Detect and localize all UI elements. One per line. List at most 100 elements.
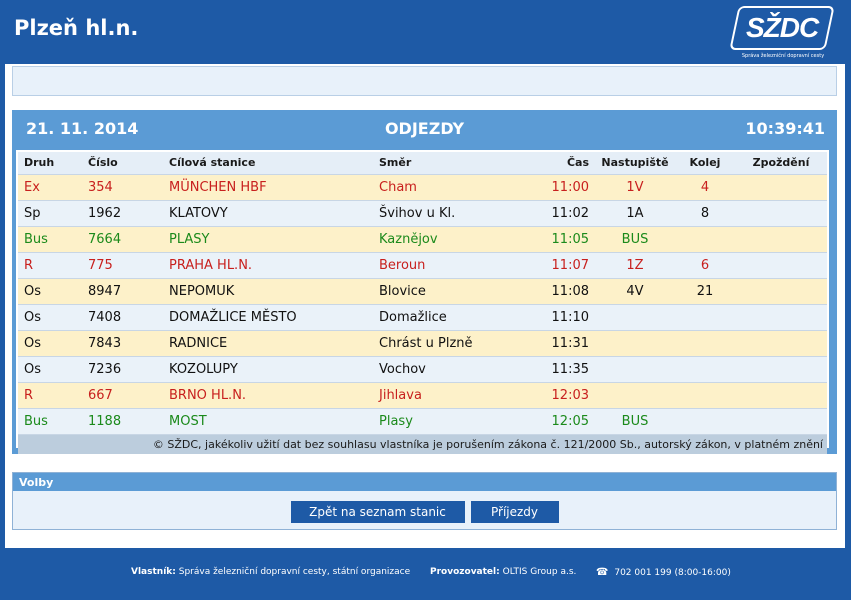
cell-track: 4: [675, 173, 735, 200]
board-title: ODJEZDY: [384, 119, 465, 138]
cell-time: 11:05: [533, 225, 595, 252]
cell-track: [675, 407, 735, 434]
col-header-number: Číslo: [82, 152, 163, 174]
main-panel: 21. 11. 2014 ODJEZDY 10:39:41 Druh Číslo…: [5, 64, 845, 548]
cell-destination: NEPOMUK: [163, 277, 373, 304]
cell-type: Sp: [18, 199, 82, 226]
cell-time: 11:02: [533, 199, 595, 226]
cell-type: Os: [18, 277, 82, 304]
phone-number: 702 001 199 (8:00-16:00): [614, 568, 731, 578]
footer-owner: Vlastník: Správa železniční dopravní ces…: [131, 567, 410, 577]
departures-table: Druh Číslo Cílová stanice Směr Čas Nastu…: [18, 152, 827, 434]
table-header-row: Druh Číslo Cílová stanice Směr Čas Nastu…: [18, 152, 827, 174]
cell-delay: [735, 407, 827, 434]
table-row[interactable]: Os 7843 RADNICE Chrást u Plzně 11:31: [18, 329, 827, 356]
cell-number: 1188: [82, 407, 163, 434]
board-time: 10:39:41: [745, 119, 825, 138]
table-row[interactable]: Os 7408 DOMAŽLICE MĚSTO Domažlice 11:10: [18, 303, 827, 330]
table-row[interactable]: Os 7236 KOZOLUPY Vochov 11:35: [18, 355, 827, 382]
logo-subtitle: Správa železniční dopravní cesty: [741, 53, 825, 59]
cell-track: [675, 355, 735, 382]
cell-platform: 4V: [595, 277, 675, 304]
page-footer: Vlastník: Správa železniční dopravní ces…: [0, 548, 851, 600]
cell-via: Švihov u Kl.: [373, 199, 533, 226]
arrivals-button[interactable]: Příjezdy: [470, 501, 559, 523]
table-row[interactable]: Bus 1188 MOST Plasy 12:05 BUS: [18, 407, 827, 434]
table-row[interactable]: R 667 BRNO HL.N. Jihlava 12:03: [18, 381, 827, 408]
cell-delay: [735, 329, 827, 356]
phone-icon: ☎: [596, 567, 609, 578]
options-buttons: Zpět na seznam stanic Příjezdy: [13, 501, 836, 523]
page-header: Plzeň hl.n. SŽDC Správa železniční dopra…: [0, 0, 851, 64]
cell-via: Chrást u Plzně: [373, 329, 533, 356]
cell-destination: BRNO HL.N.: [163, 381, 373, 408]
cell-via: Cham: [373, 173, 533, 200]
cell-via: Kaznějov: [373, 225, 533, 252]
cell-destination: MÜNCHEN HBF: [163, 173, 373, 200]
cell-destination: DOMAŽLICE MĚSTO: [163, 303, 373, 330]
cell-time: 11:31: [533, 329, 595, 356]
col-header-time: Čas: [533, 152, 595, 174]
operator-value: OLTIS Group a.s.: [502, 567, 577, 577]
table-row[interactable]: Sp 1962 KLATOVY Švihov u Kl. 11:02 1A 8: [18, 199, 827, 226]
cell-delay: [735, 251, 827, 278]
cell-delay: [735, 199, 827, 226]
cell-destination: PRAHA HL.N.: [163, 251, 373, 278]
col-header-delay: Zpoždění: [735, 152, 827, 174]
cell-via: Blovice: [373, 277, 533, 304]
cell-platform: 1Z: [595, 251, 675, 278]
cell-platform: BUS: [595, 407, 675, 434]
table-row[interactable]: Bus 7664 PLASY Kaznějov 11:05 BUS: [18, 225, 827, 252]
logo-text: SŽDC: [745, 12, 819, 43]
options-title: Volby: [13, 473, 836, 491]
options-panel: Volby Zpět na seznam stanic Příjezdy: [12, 472, 837, 530]
table-row[interactable]: Ex 354 MÜNCHEN HBF Cham 11:00 1V 4: [18, 173, 827, 200]
table-row[interactable]: Os 8947 NEPOMUK Blovice 11:08 4V 21: [18, 277, 827, 304]
cell-type: Os: [18, 303, 82, 330]
szdc-logo[interactable]: SŽDC Správa železniční dopravní cesty: [729, 4, 836, 62]
cell-track: [675, 225, 735, 252]
departures-board: 21. 11. 2014 ODJEZDY 10:39:41 Druh Číslo…: [12, 110, 837, 454]
cell-track: [675, 303, 735, 330]
operator-label: Provozovatel:: [430, 567, 500, 577]
cell-number: 7843: [82, 329, 163, 356]
cell-track: [675, 381, 735, 408]
cell-type: Os: [18, 355, 82, 382]
cell-destination: PLASY: [163, 225, 373, 252]
cell-time: 12:05: [533, 407, 595, 434]
cell-via: Plasy: [373, 407, 533, 434]
footer-operator: Provozovatel: OLTIS Group a.s.: [430, 567, 576, 577]
owner-label: Vlastník:: [131, 567, 176, 577]
cell-time: 11:10: [533, 303, 595, 330]
cell-platform: [595, 329, 675, 356]
cell-track: 8: [675, 199, 735, 226]
cell-type: Bus: [18, 225, 82, 252]
top-strip: [12, 66, 837, 96]
cell-type: R: [18, 251, 82, 278]
cell-destination: RADNICE: [163, 329, 373, 356]
cell-type: Bus: [18, 407, 82, 434]
cell-platform: [595, 355, 675, 382]
cell-number: 667: [82, 381, 163, 408]
cell-via: Vochov: [373, 355, 533, 382]
footer-phone: ☎ 702 001 199 (8:00-16:00): [596, 567, 731, 578]
cell-type: R: [18, 381, 82, 408]
table-row[interactable]: R 775 PRAHA HL.N. Beroun 11:07 1Z 6: [18, 251, 827, 278]
cell-destination: KOZOLUPY: [163, 355, 373, 382]
board-header: 21. 11. 2014 ODJEZDY 10:39:41: [16, 110, 833, 146]
cell-track: 21: [675, 277, 735, 304]
board-table-wrapper: Druh Číslo Cílová stanice Směr Čas Nastu…: [16, 150, 829, 454]
col-header-platform: Nastupiště: [595, 152, 675, 174]
back-to-stations-button[interactable]: Zpět na seznam stanic: [290, 501, 465, 523]
cell-delay: [735, 225, 827, 252]
cell-time: 12:03: [533, 381, 595, 408]
cell-number: 775: [82, 251, 163, 278]
cell-platform: 1A: [595, 199, 675, 226]
cell-type: Ex: [18, 173, 82, 200]
cell-number: 8947: [82, 277, 163, 304]
cell-destination: MOST: [163, 407, 373, 434]
cell-delay: [735, 381, 827, 408]
col-header-via: Směr: [373, 152, 533, 174]
cell-number: 7664: [82, 225, 163, 252]
col-header-type: Druh: [18, 152, 82, 174]
